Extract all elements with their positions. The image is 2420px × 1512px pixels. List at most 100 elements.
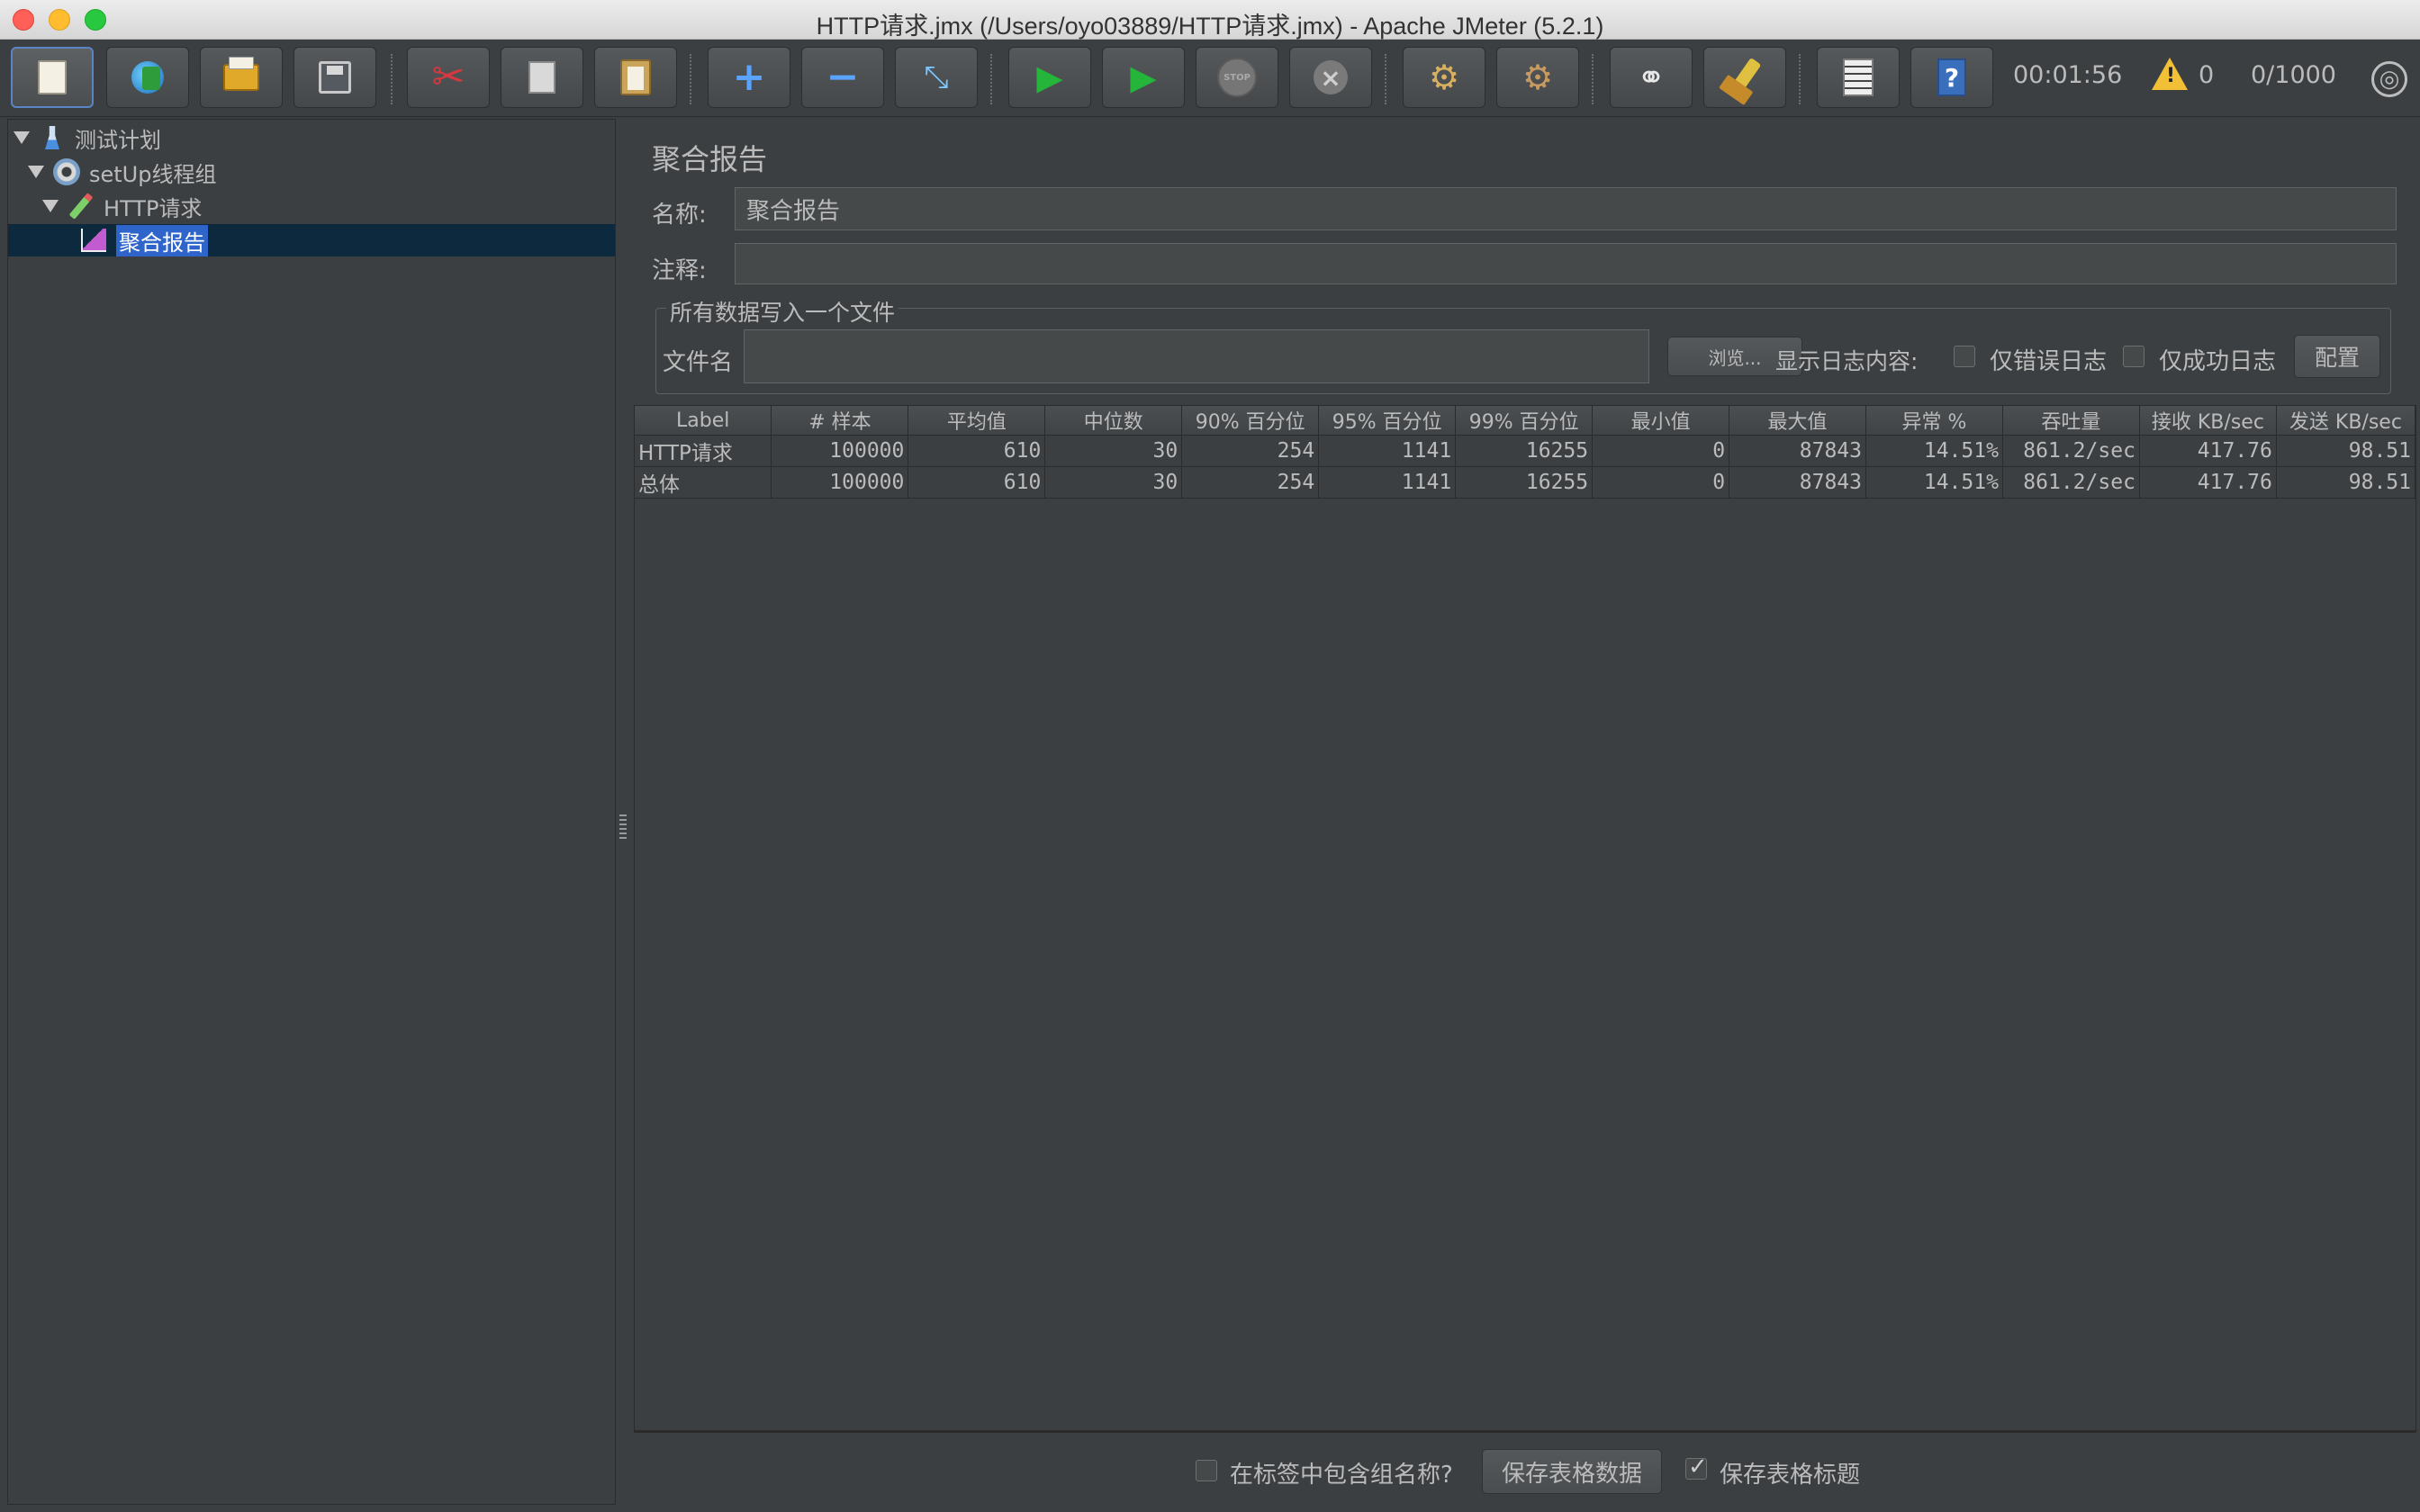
cut-button[interactable]: ✂	[407, 47, 490, 108]
expand-arrow-icon[interactable]	[28, 166, 44, 178]
search-button[interactable]: ⚭	[1610, 47, 1693, 108]
save-button[interactable]	[293, 47, 376, 108]
gear-icon	[53, 158, 80, 185]
errors-only-label: 仅错误日志	[1990, 348, 2108, 375]
column-header[interactable]: 发送 KB/sec	[2276, 406, 2416, 436]
expand-all-button[interactable]: +	[708, 47, 790, 108]
paste-button[interactable]	[594, 47, 677, 108]
table-cell: 14.51%	[1865, 435, 2003, 467]
templates-icon	[131, 61, 164, 94]
tree-item-label: HTTP请求	[104, 195, 203, 221]
column-header[interactable]: 平均值	[908, 406, 1046, 436]
expand-arrow-icon[interactable]	[14, 131, 30, 144]
file-output-group-title: 所有数据写入一个文件	[666, 295, 899, 328]
start-no-pause-button[interactable]: ▶	[1102, 47, 1185, 108]
table-row[interactable]: HTTP请求 100000 610 30 254 1141 16255 0 87…	[635, 435, 2416, 467]
copy-button[interactable]	[501, 47, 583, 108]
table-cell: 254	[1181, 466, 1320, 499]
column-header[interactable]: 中位数	[1044, 406, 1183, 436]
table-header-row: Label # 样本 平均值 中位数 90% 百分位 95% 百分位 99% 百…	[635, 406, 2416, 436]
table-cell: 1141	[1318, 435, 1457, 467]
column-header[interactable]: 最大值	[1729, 406, 1866, 436]
new-icon	[38, 60, 67, 94]
results-table-container: Label # 样本 平均值 中位数 90% 百分位 95% 百分位 99% 百…	[634, 405, 2416, 1431]
column-header[interactable]: 接收 KB/sec	[2139, 406, 2277, 436]
stop-icon: STOP	[1217, 58, 1257, 97]
table-cell: 98.51	[2276, 435, 2416, 467]
toolbar-separator	[690, 54, 691, 104]
column-header[interactable]: 99% 百分位	[1455, 406, 1594, 436]
minus-icon: −	[826, 54, 860, 100]
save-table-header-checkbox[interactable]	[1685, 1454, 1708, 1480]
reset-search-button[interactable]	[1703, 47, 1786, 108]
include-group-checkbox[interactable]	[1196, 1460, 1217, 1481]
column-header[interactable]: # 样本	[771, 406, 909, 436]
split-pane-divider[interactable]	[619, 814, 627, 840]
open-button[interactable]	[200, 47, 283, 108]
tree-item-setup-thread-group[interactable]: setUp线程组	[28, 156, 216, 188]
collapse-all-button[interactable]: −	[801, 47, 884, 108]
save-icon	[319, 61, 351, 94]
tree-item-http-request[interactable]: HTTP请求	[42, 190, 202, 222]
table-cell: 87843	[1729, 435, 1866, 467]
table-cell: 100000	[771, 466, 909, 499]
clear-button[interactable]: ⚙	[1403, 47, 1485, 108]
templates-button[interactable]	[106, 47, 189, 108]
toolbar-separator	[1592, 54, 1594, 104]
save-table-data-button[interactable]: 保存表格数据	[1482, 1449, 1662, 1494]
toggle-button[interactable]: ⤡	[895, 47, 978, 108]
new-button[interactable]	[11, 47, 94, 108]
log-content-label: 显示日志内容:	[1775, 348, 1919, 374]
table-cell: 30	[1044, 435, 1183, 467]
shutdown-button[interactable]: ×	[1289, 47, 1372, 108]
tree-item-label: setUp线程组	[89, 161, 217, 187]
toggle-icon: ⤡	[924, 59, 949, 95]
table-cell: 417.76	[2139, 466, 2277, 499]
save-table-header-label: 保存表格标题	[1720, 1462, 1861, 1489]
comment-field[interactable]	[735, 243, 2397, 284]
warning-icon[interactable]: !	[2152, 58, 2188, 90]
tree-item-test-plan[interactable]: 测试计划	[14, 122, 161, 154]
column-header[interactable]: 异常 %	[1865, 406, 2003, 436]
column-header[interactable]: Label	[635, 406, 772, 436]
include-group-label: 在标签中包含组名称?	[1230, 1462, 1453, 1489]
column-header[interactable]: 吞吐量	[2002, 406, 2140, 436]
column-header[interactable]: 90% 百分位	[1181, 406, 1320, 436]
active-threads: 0/1000	[2251, 61, 2336, 89]
toolbar-separator	[391, 54, 393, 104]
table-cell: 30	[1044, 466, 1183, 499]
binoculars-icon: ⚭	[1637, 58, 1666, 97]
clear-all-button[interactable]: ⚙	[1496, 47, 1579, 108]
success-only-checkbox[interactable]	[2123, 346, 2145, 367]
function-helper-button[interactable]	[1817, 47, 1900, 108]
paste-icon	[620, 59, 651, 95]
start-button[interactable]: ▶	[1008, 47, 1091, 108]
page-title: 聚合报告	[652, 142, 768, 176]
bottom-divider	[634, 1431, 2416, 1433]
flask-icon	[45, 126, 59, 149]
table-cell: 87843	[1729, 466, 1866, 499]
list-icon	[1843, 58, 1874, 96]
help-button[interactable]: ?	[1910, 47, 1993, 108]
remote-globe-icon[interactable]: ◎	[2371, 61, 2407, 97]
tree-item-aggregate-report[interactable]: 聚合报告	[8, 224, 615, 256]
clear-icon: ⚙	[1428, 58, 1460, 97]
expand-arrow-icon[interactable]	[42, 200, 59, 212]
window-titlebar: HTTP请求.jmx (/Users/oyo03889/HTTP请求.jmx) …	[0, 0, 2420, 40]
name-field[interactable]: 聚合报告	[735, 187, 2397, 230]
table-cell: 16255	[1455, 466, 1594, 499]
errors-only-checkbox[interactable]	[1954, 346, 1975, 367]
copy-icon	[521, 56, 555, 94]
table-cell: 98.51	[2276, 466, 2416, 499]
tree-item-label: 测试计划	[75, 127, 161, 153]
table-row[interactable]: 总体 100000 610 30 254 1141 16255 0 87843 …	[635, 466, 2416, 499]
configure-button[interactable]: 配置	[2294, 335, 2380, 378]
table-cell: 100000	[771, 435, 909, 467]
column-header[interactable]: 95% 百分位	[1318, 406, 1457, 436]
column-header[interactable]: 最小值	[1592, 406, 1730, 436]
clear-all-icon: ⚙	[1522, 58, 1554, 97]
pen-icon	[68, 193, 94, 220]
stop-button[interactable]: STOP	[1196, 47, 1278, 108]
filename-field[interactable]	[744, 329, 1649, 383]
comment-label: 注释:	[652, 257, 707, 284]
